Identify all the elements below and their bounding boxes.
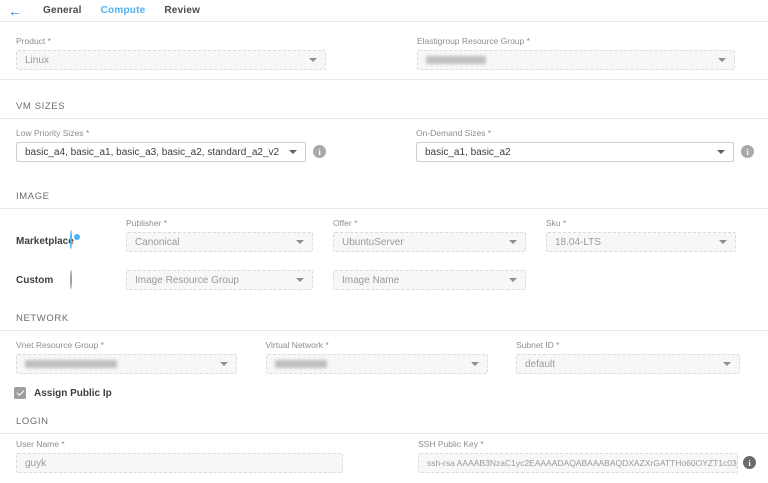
low-priority-sizes-label: Low Priority Sizes * — [16, 128, 306, 138]
custom-radio[interactable] — [70, 270, 72, 289]
product-select[interactable]: Linux — [16, 50, 326, 70]
low-priority-sizes-select[interactable]: basic_a4, basic_a1, basic_a3, basic_a2, … — [16, 142, 306, 162]
subnet-id-select[interactable]: default — [516, 354, 740, 374]
section-login: LOGIN User Name * guyk SSH Public Key * … — [0, 399, 768, 473]
on-demand-sizes-select[interactable]: basic_a1, basic_a2 — [416, 142, 734, 162]
image-title: IMAGE — [16, 191, 50, 202]
redacted-value — [426, 56, 486, 64]
virtual-network-label: Virtual Network * — [266, 340, 488, 350]
image-resource-group-select[interactable]: Image Resource Group — [126, 270, 313, 290]
vnet-resource-group-label: Vnet Resource Group * — [16, 340, 237, 350]
product-value: Linux — [25, 55, 49, 66]
marketplace-radio[interactable] — [70, 230, 72, 249]
image-name-select[interactable]: Image Name — [333, 270, 526, 290]
caret-down-icon — [723, 362, 731, 366]
low-priority-sizes-value: basic_a4, basic_a1, basic_a3, basic_a2, … — [25, 147, 279, 158]
image-name-placeholder: Image Name — [342, 275, 399, 286]
marketplace-label: Marketplace — [16, 236, 70, 247]
user-name-label: User Name * — [16, 439, 343, 449]
login-title: LOGIN — [16, 416, 49, 427]
product-label: Product * — [16, 36, 326, 46]
on-demand-sizes-label: On-Demand Sizes * — [416, 128, 734, 138]
vnet-resource-group-select[interactable] — [16, 354, 237, 374]
custom-label: Custom — [16, 275, 70, 286]
sku-label: Sku * — [546, 218, 736, 228]
ssh-public-key-value: ssh-rsa AAAAB3NzaC1yc2EAAAADAQABAAABAQDX… — [427, 458, 738, 468]
ssh-public-key-input[interactable]: ssh-rsa AAAAB3NzaC1yc2EAAAADAQABAAABAQDX… — [418, 453, 738, 473]
publisher-select[interactable]: Canonical — [126, 232, 313, 252]
info-icon[interactable] — [743, 456, 756, 469]
caret-down-icon — [296, 278, 304, 282]
elastigroup-resource-group-label: Elastigroup Resource Group * — [417, 36, 735, 46]
image-resource-group-placeholder: Image Resource Group — [135, 275, 239, 286]
publisher-value: Canonical — [135, 237, 179, 248]
caret-down-icon — [718, 58, 726, 62]
caret-down-icon — [289, 150, 297, 154]
redacted-value — [25, 360, 117, 368]
back-arrow-icon[interactable]: ← — [8, 4, 24, 18]
custom-row: Custom Image Resource Group Image Name — [0, 270, 768, 290]
tab-bar: ← General Compute Review — [0, 0, 768, 22]
assign-public-ip-label: Assign Public Ip — [34, 388, 112, 399]
caret-down-icon — [717, 150, 725, 154]
offer-value: UbuntuServer — [342, 237, 404, 248]
ssh-public-key-label: SSH Public Key * — [418, 439, 738, 449]
subnet-id-label: Subnet ID * — [516, 340, 740, 350]
marketplace-row: Marketplace Publisher * Canonical Offer … — [0, 218, 768, 252]
info-icon[interactable] — [313, 145, 326, 158]
on-demand-sizes-value: basic_a1, basic_a2 — [425, 147, 511, 158]
vm-sizes-title: VM SIZES — [16, 101, 65, 112]
user-name-input[interactable]: guyk — [16, 453, 343, 473]
network-title: NETWORK — [16, 313, 69, 324]
caret-down-icon — [309, 58, 317, 62]
section-vm-sizes: VM SIZES Low Priority Sizes * basic_a4, … — [0, 80, 768, 162]
elastigroup-resource-group-select[interactable] — [417, 50, 735, 70]
caret-down-icon — [509, 240, 517, 244]
tab-review[interactable]: Review — [164, 5, 200, 16]
section-network: NETWORK Vnet Resource Group * Virtual Ne… — [0, 290, 768, 399]
virtual-network-select[interactable] — [266, 354, 488, 374]
publisher-label: Publisher * — [126, 218, 313, 228]
caret-down-icon — [296, 240, 304, 244]
info-icon[interactable] — [741, 145, 754, 158]
section-image: IMAGE Marketplace Publisher * Canonical … — [0, 162, 768, 290]
caret-down-icon — [509, 278, 517, 282]
assign-public-ip-row: Assign Public Ip — [0, 387, 768, 399]
product-row: Product * Linux Elastigroup Resource Gro… — [0, 22, 768, 70]
sku-value: 18.04-LTS — [555, 237, 601, 248]
offer-label: Offer * — [333, 218, 526, 228]
caret-down-icon — [220, 362, 228, 366]
subnet-id-value: default — [525, 359, 555, 370]
user-name-value: guyk — [25, 458, 46, 469]
caret-down-icon — [471, 362, 479, 366]
tab-general[interactable]: General — [43, 5, 82, 16]
sku-select[interactable]: 18.04-LTS — [546, 232, 736, 252]
caret-down-icon — [719, 240, 727, 244]
tab-compute[interactable]: Compute — [101, 5, 146, 16]
assign-public-ip-checkbox[interactable] — [14, 387, 26, 399]
offer-select[interactable]: UbuntuServer — [333, 232, 526, 252]
redacted-value — [275, 360, 327, 368]
